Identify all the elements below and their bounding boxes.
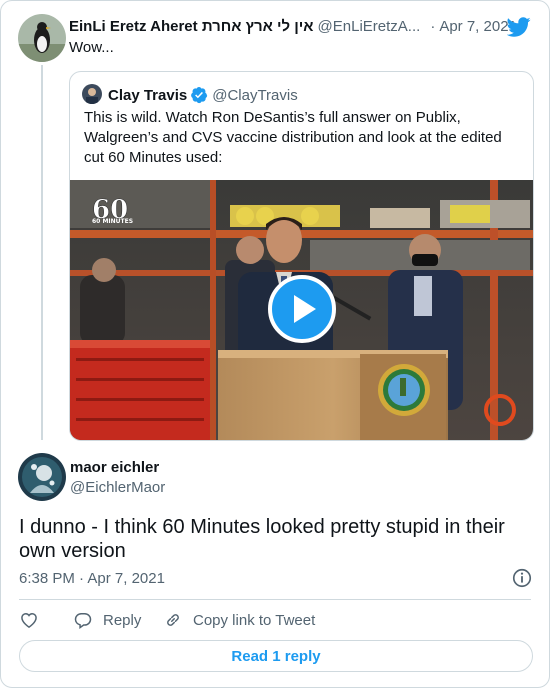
reply-author-name[interactable]: maor eichler (70, 459, 159, 476)
copy-link-label: Copy link to Tweet (193, 611, 316, 629)
parent-author-handle[interactable]: @EnLiEretzA... (318, 18, 421, 35)
info-icon[interactable] (511, 567, 533, 589)
header-separator: · (430, 17, 436, 35)
like-button[interactable] (19, 610, 73, 630)
play-button[interactable] (268, 275, 336, 343)
reply-time: 6:38 PM (19, 570, 75, 587)
thread-connector-line (41, 65, 43, 440)
reply-date: Apr 7, 2021 (87, 570, 165, 587)
parent-avatar[interactable] (18, 14, 66, 62)
meta-separator: · (79, 570, 85, 587)
quoted-author-name: Clay Travis (108, 86, 188, 104)
reply-icon (74, 613, 92, 629)
tweet-embed-card: EinLi Eretz Aheret אין לי ארץ אחרת @EnLi… (0, 0, 550, 688)
divider (19, 599, 531, 600)
verified-badge-icon (191, 87, 208, 104)
quoted-tweet[interactable]: Clay Travis @ClayTravis This is wild. Wa… (69, 71, 534, 441)
reply-author-handle[interactable]: @EichlerMaor (70, 479, 165, 496)
twitter-bird-icon[interactable] (506, 15, 531, 39)
parent-tweet-date[interactable]: Apr 7, 2021 (439, 18, 517, 35)
reply-button[interactable]: Reply (73, 610, 163, 630)
heart-icon (21, 612, 37, 628)
quoted-author-handle: @ClayTravis (212, 86, 298, 104)
quoted-tweet-text: This is wild. Watch Ron DeSantis’s full … (84, 109, 502, 166)
read-replies-button[interactable]: Read 1 reply (19, 640, 533, 672)
action-bar: Reply Copy link to Tweet (19, 609, 315, 631)
quoted-tweet-header: Clay Travis @ClayTravis (82, 84, 298, 106)
reply-label: Reply (103, 611, 142, 629)
video-thumbnail[interactable]: 60 60 MINUTES (70, 180, 533, 440)
60-minutes-watermark: 60 MINUTES (92, 218, 133, 225)
parent-author-name[interactable]: EinLi Eretz Aheret אין לי ארץ אחרת (69, 18, 314, 35)
reply-avatar[interactable] (18, 453, 66, 501)
play-icon (294, 295, 316, 323)
reply-timestamp[interactable]: 6:38 PM · Apr 7, 2021 (19, 570, 165, 587)
parent-tweet-text: Wow... (69, 39, 114, 56)
parent-tweet-header: EinLi Eretz Aheret אין לי ארץ אחרת @EnLi… (69, 15, 531, 37)
copy-link-button[interactable]: Copy link to Tweet (163, 610, 315, 630)
reply-tweet-text: I dunno - I think 60 Minutes looked pret… (19, 516, 505, 562)
link-icon (167, 614, 179, 626)
